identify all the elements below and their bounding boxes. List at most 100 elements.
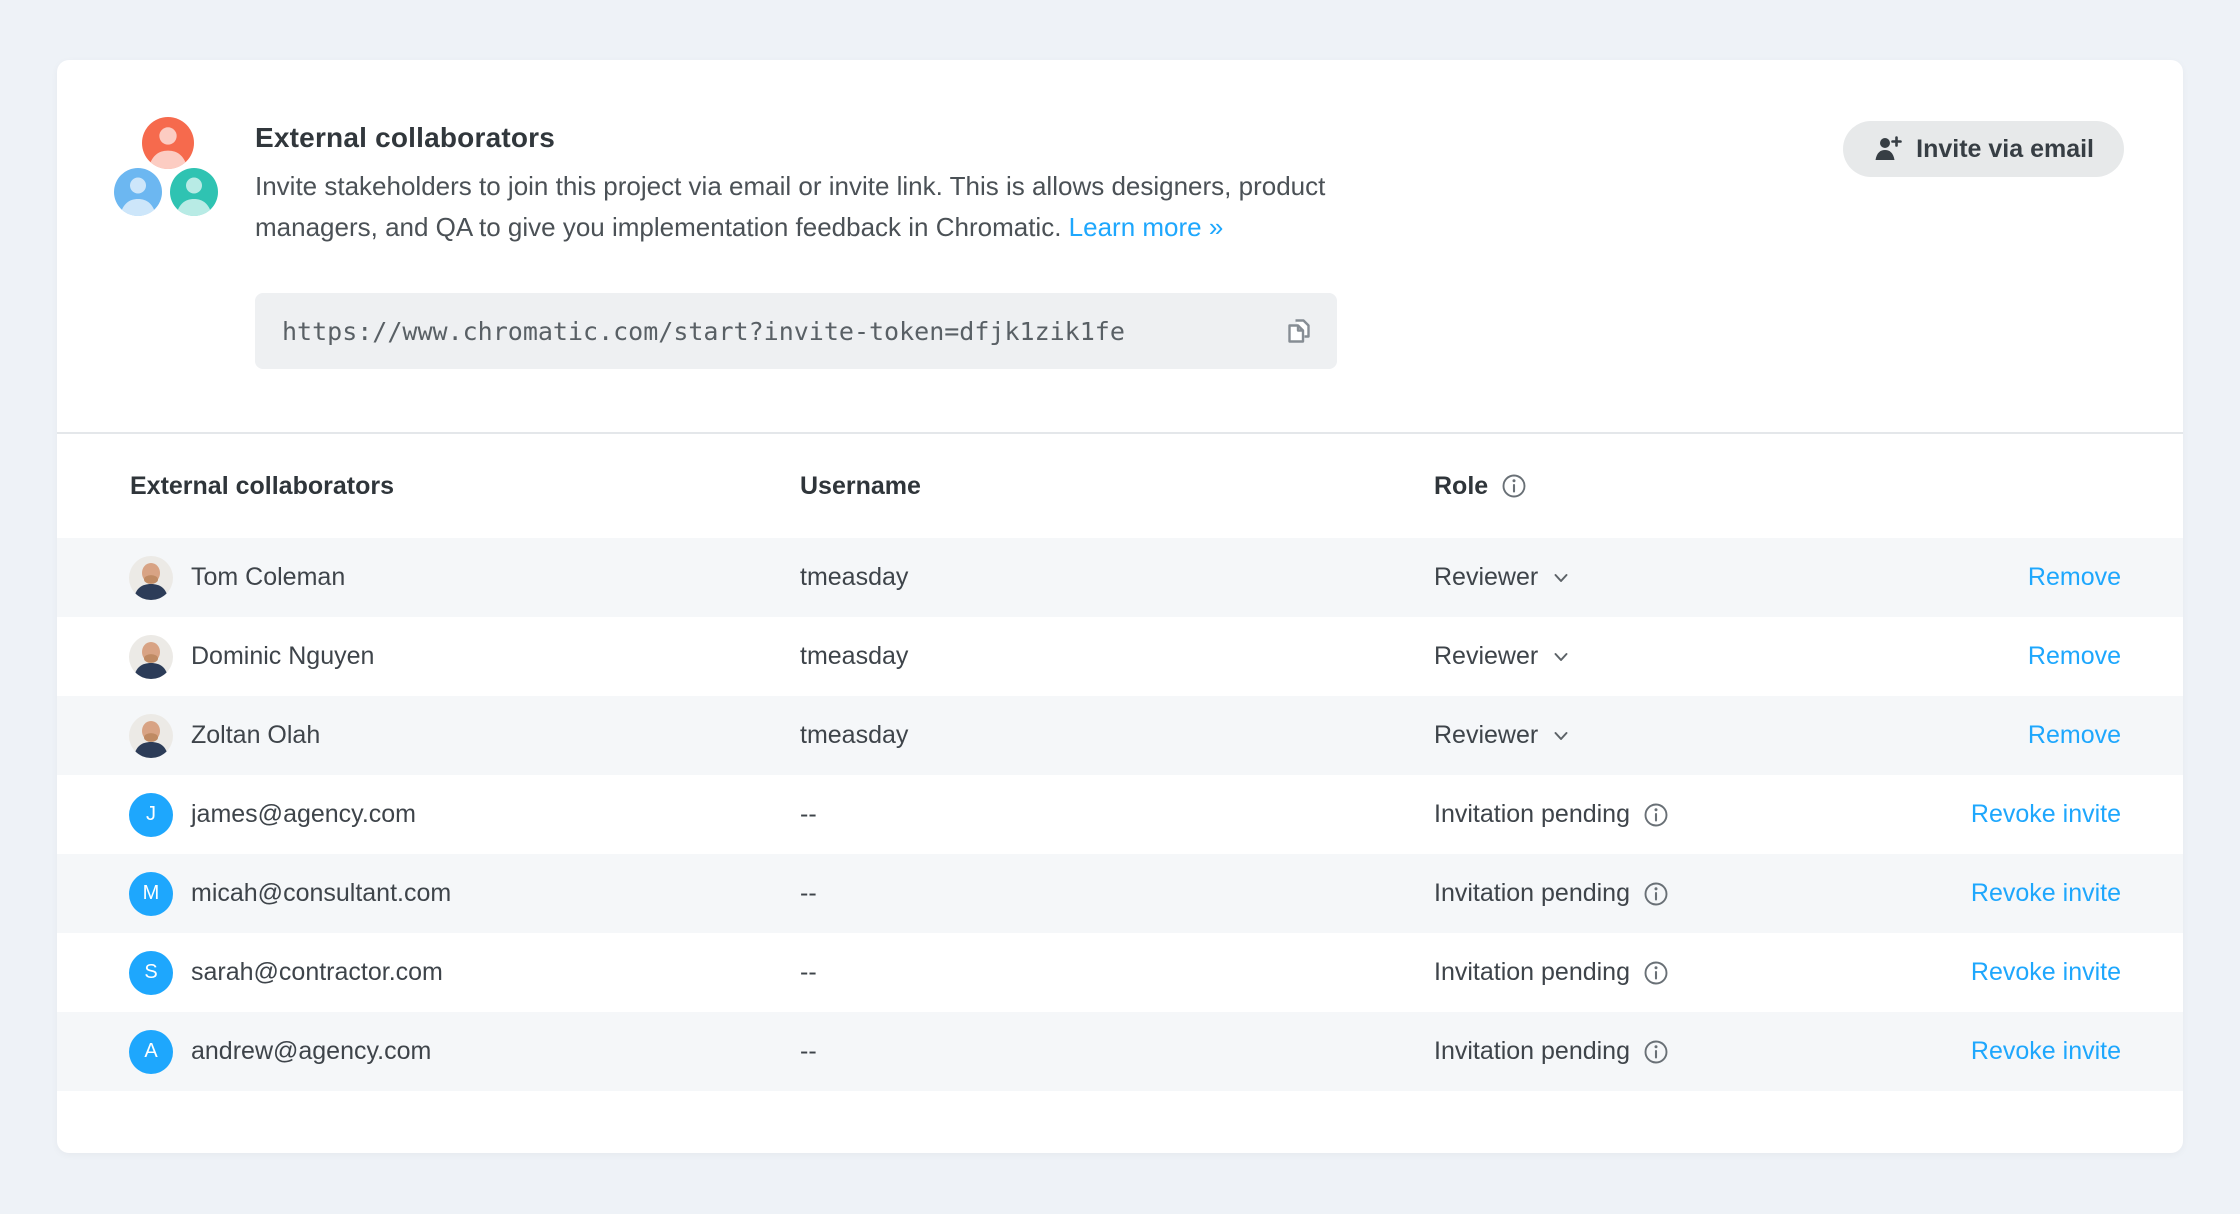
collaborator-username: tmeasday	[800, 563, 1434, 592]
page-title: External collaborators	[255, 122, 555, 154]
role-label: Reviewer	[1434, 642, 1538, 671]
initial-avatar: A	[129, 1030, 173, 1074]
action-cell: Remove	[2028, 563, 2121, 592]
collaborator-name: sarah@contractor.com	[191, 958, 443, 987]
row-action-link[interactable]: Remove	[2028, 642, 2121, 670]
row-action-link[interactable]: Revoke invite	[1971, 1037, 2121, 1065]
chevron-down-icon	[1550, 567, 1572, 589]
role-cell: Reviewer	[1434, 721, 2028, 750]
collaborator-username: --	[800, 800, 1434, 829]
role-status-label: Invitation pending	[1434, 800, 1630, 829]
role-status: Invitation pending	[1434, 958, 1670, 987]
row-action-link[interactable]: Revoke invite	[1971, 800, 2121, 828]
role-cell: Invitation pending	[1434, 958, 1971, 987]
role-label: Reviewer	[1434, 721, 1538, 750]
role-status: Invitation pending	[1434, 879, 1670, 908]
person-plus-icon	[1873, 134, 1903, 164]
table-row: Tom Coleman tmeasday Reviewer Remove	[57, 538, 2183, 617]
info-icon[interactable]	[1642, 1038, 1670, 1066]
table-row: Dominic Nguyen tmeasday Reviewer Remove	[57, 617, 2183, 696]
role-cell: Invitation pending	[1434, 879, 1971, 908]
collaborator-name: Zoltan Olah	[191, 721, 320, 750]
invite-link-url: https://www.chromatic.com/start?invite-t…	[282, 317, 1125, 346]
collaborator-username: --	[800, 1037, 1434, 1066]
role-select[interactable]: Reviewer	[1434, 642, 1572, 671]
collaborator-cell: A andrew@agency.com	[129, 1030, 800, 1074]
role-status: Invitation pending	[1434, 800, 1670, 829]
action-cell: Revoke invite	[1971, 879, 2121, 908]
user-icon-orange	[142, 117, 194, 169]
invite-via-email-label: Invite via email	[1916, 135, 2094, 164]
row-action-link[interactable]: Remove	[2028, 721, 2121, 749]
info-icon[interactable]	[1642, 959, 1670, 987]
avatar-initial-letter: J	[146, 803, 156, 826]
avatar-initial-letter: A	[144, 1040, 157, 1063]
role-cell: Invitation pending	[1434, 800, 1971, 829]
info-icon[interactable]	[1642, 880, 1670, 908]
collaborators-table-body: Tom Coleman tmeasday Reviewer Remove	[57, 538, 2183, 1091]
collaborator-cell: M micah@consultant.com	[129, 872, 800, 916]
table-row: M micah@consultant.com -- Invitation pen…	[57, 854, 2183, 933]
initial-avatar: M	[129, 872, 173, 916]
table-row: S sarah@contractor.com -- Invitation pen…	[57, 933, 2183, 1012]
collaborator-name: Tom Coleman	[191, 563, 345, 592]
collaborator-cell: S sarah@contractor.com	[129, 951, 800, 995]
user-icon-blue	[114, 168, 162, 216]
initial-avatar: S	[129, 951, 173, 995]
page-description: Invite stakeholders to join this project…	[255, 166, 1440, 248]
invite-link-box: https://www.chromatic.com/start?invite-t…	[255, 293, 1337, 369]
table-header-row: External collaborators Username Role	[57, 434, 2183, 538]
role-cell: Invitation pending	[1434, 1037, 1971, 1066]
action-cell: Remove	[2028, 721, 2121, 750]
member-avatar	[129, 714, 173, 758]
role-status-label: Invitation pending	[1434, 958, 1630, 987]
collaborator-cell: Dominic Nguyen	[129, 635, 800, 679]
role-cell: Reviewer	[1434, 563, 2028, 592]
column-header-role: Role	[1434, 472, 2121, 501]
role-status-label: Invitation pending	[1434, 879, 1630, 908]
avatar-initial-letter: S	[144, 961, 157, 984]
copy-icon	[1283, 315, 1315, 347]
collaborator-username: --	[800, 958, 1434, 987]
collaborator-username: tmeasday	[800, 642, 1434, 671]
user-icon-teal	[170, 168, 218, 216]
info-icon[interactable]	[1642, 801, 1670, 829]
member-avatar	[129, 635, 173, 679]
collaborator-name: andrew@agency.com	[191, 1037, 431, 1066]
action-cell: Remove	[2028, 642, 2121, 671]
chevron-down-icon	[1550, 646, 1572, 668]
row-action-link[interactable]: Revoke invite	[1971, 879, 2121, 907]
role-cell: Reviewer	[1434, 642, 2028, 671]
collaborator-username: --	[800, 879, 1434, 908]
collaborator-name: micah@consultant.com	[191, 879, 451, 908]
collaborator-name: Dominic Nguyen	[191, 642, 374, 671]
collaborator-cell: Zoltan Olah	[129, 714, 800, 758]
member-avatar	[129, 556, 173, 600]
table-row: A andrew@agency.com -- Invitation pendin…	[57, 1012, 2183, 1091]
collaborator-name: james@agency.com	[191, 800, 416, 829]
learn-more-link[interactable]: Learn more »	[1069, 212, 1224, 242]
invite-via-email-button[interactable]: Invite via email	[1843, 121, 2124, 177]
role-select[interactable]: Reviewer	[1434, 563, 1572, 592]
collaborator-cell: Tom Coleman	[129, 556, 800, 600]
action-cell: Revoke invite	[1971, 958, 2121, 987]
role-status-label: Invitation pending	[1434, 1037, 1630, 1066]
initial-avatar: J	[129, 793, 173, 837]
row-action-link[interactable]: Remove	[2028, 563, 2121, 591]
column-header-collaborators: External collaborators	[130, 472, 800, 501]
role-label: Reviewer	[1434, 563, 1538, 592]
role-status: Invitation pending	[1434, 1037, 1670, 1066]
collaborator-cell: J james@agency.com	[129, 793, 800, 837]
table-row: J james@agency.com -- Invitation pending…	[57, 775, 2183, 854]
external-collaborators-card: External collaborators Invite stakeholde…	[57, 60, 2183, 1153]
collaborators-table: External collaborators Username Role	[57, 434, 2183, 1091]
collaborator-username: tmeasday	[800, 721, 1434, 750]
table-row: Zoltan Olah tmeasday Reviewer Remove	[57, 696, 2183, 775]
column-header-role-label: Role	[1434, 472, 1488, 501]
action-cell: Revoke invite	[1971, 1037, 2121, 1066]
copy-link-button[interactable]	[1277, 309, 1321, 353]
role-select[interactable]: Reviewer	[1434, 721, 1572, 750]
info-icon[interactable]	[1500, 472, 1528, 500]
users-group-icon	[112, 117, 224, 217]
row-action-link[interactable]: Revoke invite	[1971, 958, 2121, 986]
